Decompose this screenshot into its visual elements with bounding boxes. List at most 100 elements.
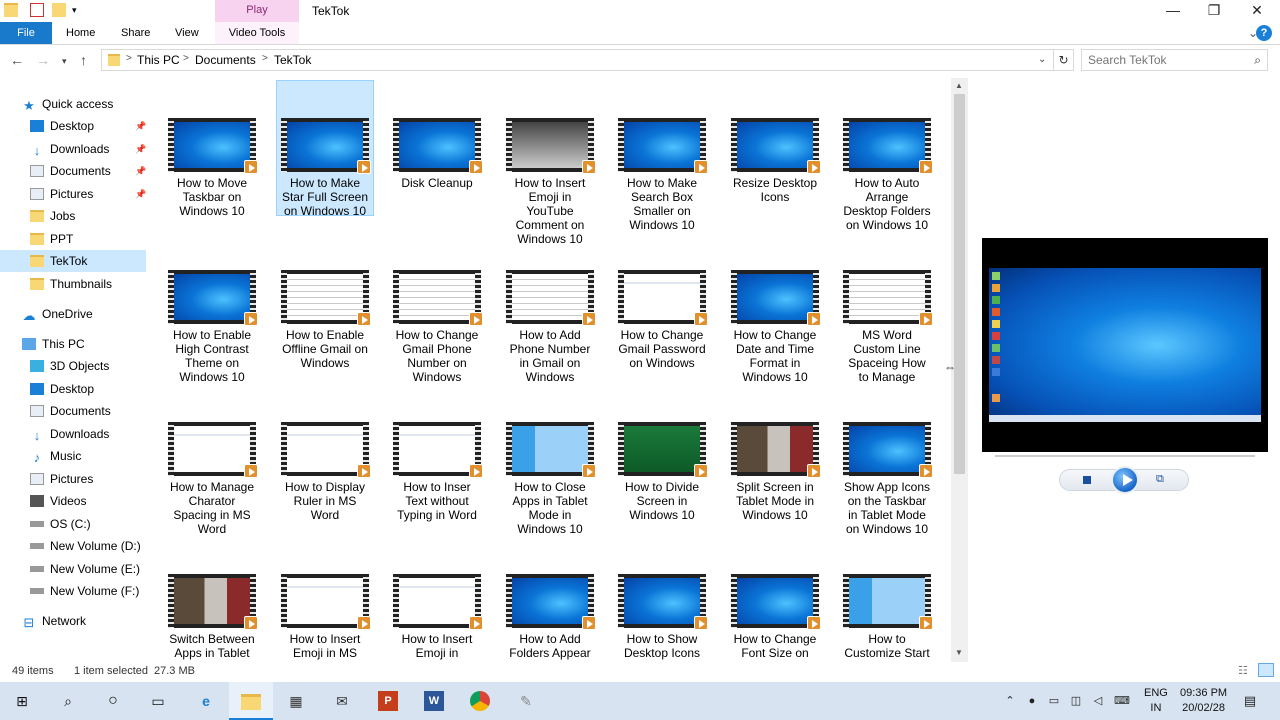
up-icon[interactable]: ↑ [80,52,87,68]
video-file-item[interactable]: How to Make Search Box Smaller on Window… [613,80,711,232]
scrollbar-thumb[interactable] [954,94,965,474]
video-file-item[interactable]: How to Display Ruler in MS Word [276,384,374,522]
properties-icon[interactable] [30,3,44,17]
sidebar-item-documents[interactable]: Documents 📌 [0,160,146,182]
sidebar-item-documents[interactable]: Documents [0,400,111,422]
search-box[interactable]: ⌕ [1081,49,1268,71]
microphone-icon[interactable]: ● [1022,691,1042,711]
recent-locations-icon[interactable]: ▾ [62,56,67,67]
sidebar-item-pictures[interactable]: Pictures [0,468,93,490]
store-icon[interactable]: ▦ [286,691,306,711]
tab-view[interactable]: View [163,22,211,44]
video-file-item[interactable]: Split Screen in Tablet Mode in Windows 1… [726,384,824,522]
video-file-item[interactable]: Disk Cleanup [388,80,486,190]
minimize-button[interactable]: — [1150,0,1196,22]
video-file-item[interactable]: How to Change Gmail Phone Number on Wind… [388,232,486,384]
video-file-item[interactable]: How to Insert Emoji in [388,536,486,660]
video-file-item[interactable]: How to Make Star Full Screen on Windows … [276,80,374,218]
network-icon[interactable]: ◫ [1066,691,1086,711]
sidebar-item-this-pc[interactable]: This PC [0,333,85,355]
sidebar-item-new-volume-e[interactable]: New Volume (E:) [0,558,140,580]
windows-start-icon[interactable]: ⊞ [12,691,32,711]
sidebar-item-ppt[interactable]: PPT [0,228,73,250]
mail-icon[interactable]: ✉ [332,691,352,711]
restore-button[interactable]: ❐ [1191,0,1237,22]
powerpoint-icon[interactable]: P [378,691,398,711]
sidebar-item-thumbnails[interactable]: Thumbnails [0,273,112,295]
video-file-item[interactable]: How to Change Date and Time Format in Wi… [726,232,824,384]
keyboard-icon[interactable]: ⌨ [1112,691,1132,711]
tab-video-tools[interactable]: Video Tools [215,22,299,44]
details-view-icon[interactable]: ☷ [1238,664,1248,677]
sidebar-item-desktop[interactable]: Desktop 📌 [0,115,146,137]
video-file-item[interactable]: How to Insert Emoji in YouTube Comment o… [501,80,599,246]
sidebar-item-pictures[interactable]: Pictures 📌 [0,183,146,205]
breadcrumb-this-pc[interactable]: This PC [137,53,180,67]
breadcrumb-tektok[interactable]: TekTok [274,53,311,67]
tab-share[interactable]: Share [109,22,162,44]
play-button[interactable] [1111,466,1139,494]
sidebar-item-downloads[interactable]: ↓ Downloads [0,423,110,445]
notification-icon[interactable]: ▤ [1240,691,1260,711]
file-explorer-icon[interactable] [241,694,261,710]
sidebar-item-desktop[interactable]: Desktop [0,378,94,400]
video-file-item[interactable]: How to Enable High Contrast Theme on Win… [163,232,261,384]
new-folder-icon[interactable] [52,3,66,17]
sidebar-item-new-volume-f[interactable]: New Volume (F:) [0,580,139,602]
video-file-item[interactable]: How to Auto Arrange Desktop Folders on W… [838,80,936,232]
task-view-icon[interactable]: ▭ [148,691,168,711]
show-hidden-icons-icon[interactable]: ⌃ [1000,691,1020,711]
sidebar-item-videos[interactable]: Videos [0,490,86,512]
video-file-item[interactable]: Show App Icons on the Taskbar in Tablet … [838,384,936,536]
search-icon[interactable]: ⌕ [58,691,78,711]
tab-home[interactable]: Home [54,22,107,44]
large-icons-view-icon[interactable] [1258,663,1274,677]
video-file-item[interactable]: Switch Between Apps in Tablet [163,536,261,660]
edge-icon[interactable]: e [196,691,216,711]
video-file-item[interactable]: How to Add Phone Number in Gmail on Wind… [501,232,599,384]
address-bar[interactable]: > This PC > Documents > TekTok ⌄ [101,49,1054,71]
video-file-item[interactable]: MS Word Custom Line Spaceing How to Mana… [838,232,936,384]
video-file-item[interactable]: How to Divide Screen in Windows 10 [613,384,711,522]
search-input[interactable] [1082,50,1242,70]
paint-icon[interactable]: ✎ [516,691,536,711]
video-file-item[interactable]: How to Change Gmail Password on Windows [613,232,711,370]
address-dropdown-icon[interactable]: ⌄ [1038,54,1046,65]
stop-button[interactable] [1083,476,1091,484]
language-indicator[interactable]: ENG IN [1144,686,1168,716]
video-file-item[interactable]: How to Add Folders Appear [501,536,599,660]
video-preview[interactable] [982,238,1268,452]
sidebar-item-downloads[interactable]: ↓ Downloads 📌 [0,138,146,160]
sidebar-item-new-volume-d[interactable]: New Volume (D:) [0,535,141,557]
tab-file[interactable]: File [0,22,52,44]
cortana-icon[interactable]: ○ [103,691,123,711]
video-file-item[interactable]: How to Enable Offline Gmail on Windows [276,232,374,370]
video-file-item[interactable]: Resize Desktop Icons [726,80,824,204]
sidebar-item-network[interactable]: ⊟ Network [0,610,86,632]
forward-icon[interactable]: → [36,52,50,68]
sidebar-item-onedrive[interactable]: ☁ OneDrive [0,303,93,325]
seek-bar[interactable] [995,455,1255,457]
video-file-item[interactable]: How to Show Desktop Icons on [613,536,711,660]
breadcrumb-documents[interactable]: Documents [195,53,256,67]
sidebar-item-jobs[interactable]: Jobs [0,205,75,227]
battery-icon[interactable]: ▭ [1044,691,1064,711]
sidebar-item-quick-access[interactable]: ★ Quick access [0,93,113,115]
scroll-up-icon[interactable]: ▲ [955,81,963,90]
video-file-item[interactable]: How to Manage Charator Spacing in MS Wor… [163,384,261,536]
video-file-item[interactable]: How to Change Font Size on [726,536,824,660]
video-file-item[interactable]: How to Inser Text without Typing in Word [388,384,486,522]
back-icon[interactable]: ← [10,52,24,68]
sidebar-item-music[interactable]: ♪ Music [0,445,82,467]
word-icon[interactable]: W [424,691,444,711]
help-icon[interactable]: ? [1256,25,1272,41]
sidebar-item-os-c[interactable]: OS (C:) [0,513,91,535]
sidebar-item-3d-objects[interactable]: 3D Objects [0,355,109,377]
search-icon[interactable]: ⌕ [1254,53,1261,68]
video-file-item[interactable]: How to Customize Start [838,536,936,660]
chrome-icon[interactable] [470,691,490,711]
refresh-icon[interactable]: ↻ [1054,49,1074,71]
scroll-down-icon[interactable]: ▼ [955,648,963,657]
customize-toolbar-icon[interactable]: ▾ [72,3,86,17]
video-file-item[interactable]: How to Insert Emoji in MS [276,536,374,660]
